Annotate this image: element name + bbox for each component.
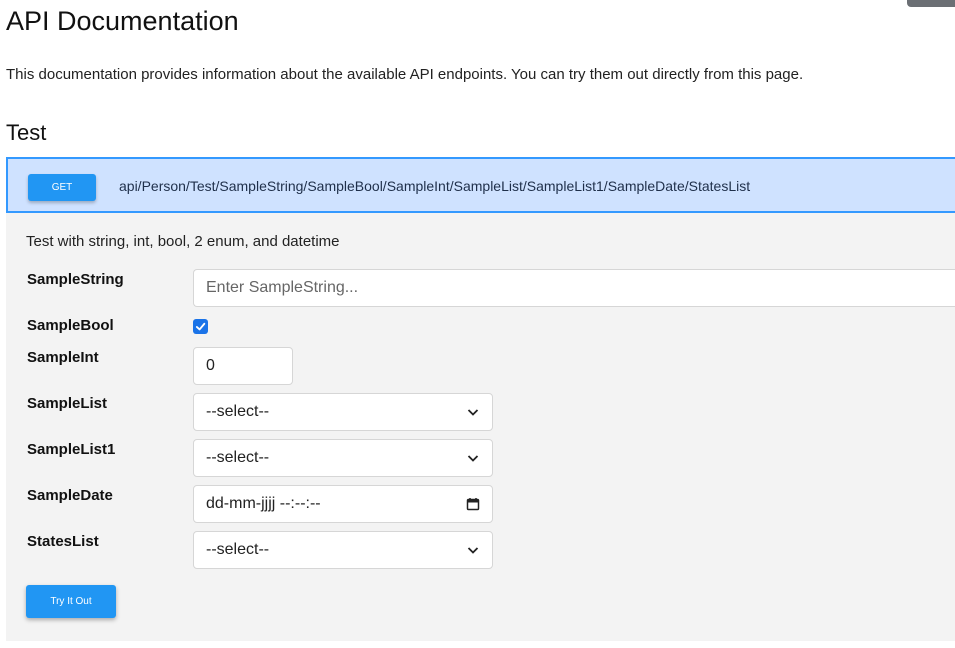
endpoint-header[interactable]: GET api/Person/Test/SampleString/SampleB… <box>6 157 955 213</box>
endpoint-panel: Test with string, int, bool, 2 enum, and… <box>6 213 955 641</box>
section-title: Test <box>6 120 47 145</box>
states-list-value: --select-- <box>206 541 270 558</box>
sample-list1-value: --select-- <box>206 449 270 466</box>
sample-date-label: SampleDate <box>27 487 113 504</box>
sample-int-label: SampleInt <box>27 349 99 366</box>
chevron-down-icon <box>466 543 480 557</box>
sample-int-input[interactable] <box>193 347 293 385</box>
sample-bool-checkbox[interactable] <box>193 319 208 334</box>
sample-list-select[interactable]: --select-- <box>193 393 493 431</box>
sample-bool-label: SampleBool <box>27 317 114 334</box>
sample-list1-select[interactable]: --select-- <box>193 439 493 477</box>
chevron-down-icon <box>466 451 480 465</box>
checkmark-icon <box>195 322 206 331</box>
chevron-down-icon <box>466 405 480 419</box>
endpoint-description: Test with string, int, bool, 2 enum, and… <box>26 233 340 250</box>
corner-tab[interactable] <box>907 0 955 7</box>
sample-string-label: SampleString <box>27 271 124 288</box>
endpoint-path: api/Person/Test/SampleString/SampleBool/… <box>119 178 751 194</box>
calendar-icon[interactable] <box>466 497 480 511</box>
states-list-label: StatesList <box>27 533 99 550</box>
sample-list-value: --select-- <box>206 403 270 420</box>
sample-string-input[interactable] <box>193 269 955 307</box>
sample-list1-label: SampleList1 <box>27 441 116 458</box>
sample-date-input[interactable]: dd-mm-jjjj --:--:-- <box>193 485 493 523</box>
sample-list-label: SampleList <box>27 395 108 412</box>
get-method-button[interactable]: GET <box>28 174 96 201</box>
states-list-select[interactable]: --select-- <box>193 531 493 569</box>
sample-date-value: dd-mm-jjjj --:--:-- <box>206 495 321 512</box>
intro-text: This documentation provides information … <box>6 66 804 83</box>
page-title: API Documentation <box>6 6 239 36</box>
try-it-out-button[interactable]: Try It Out <box>26 585 116 618</box>
